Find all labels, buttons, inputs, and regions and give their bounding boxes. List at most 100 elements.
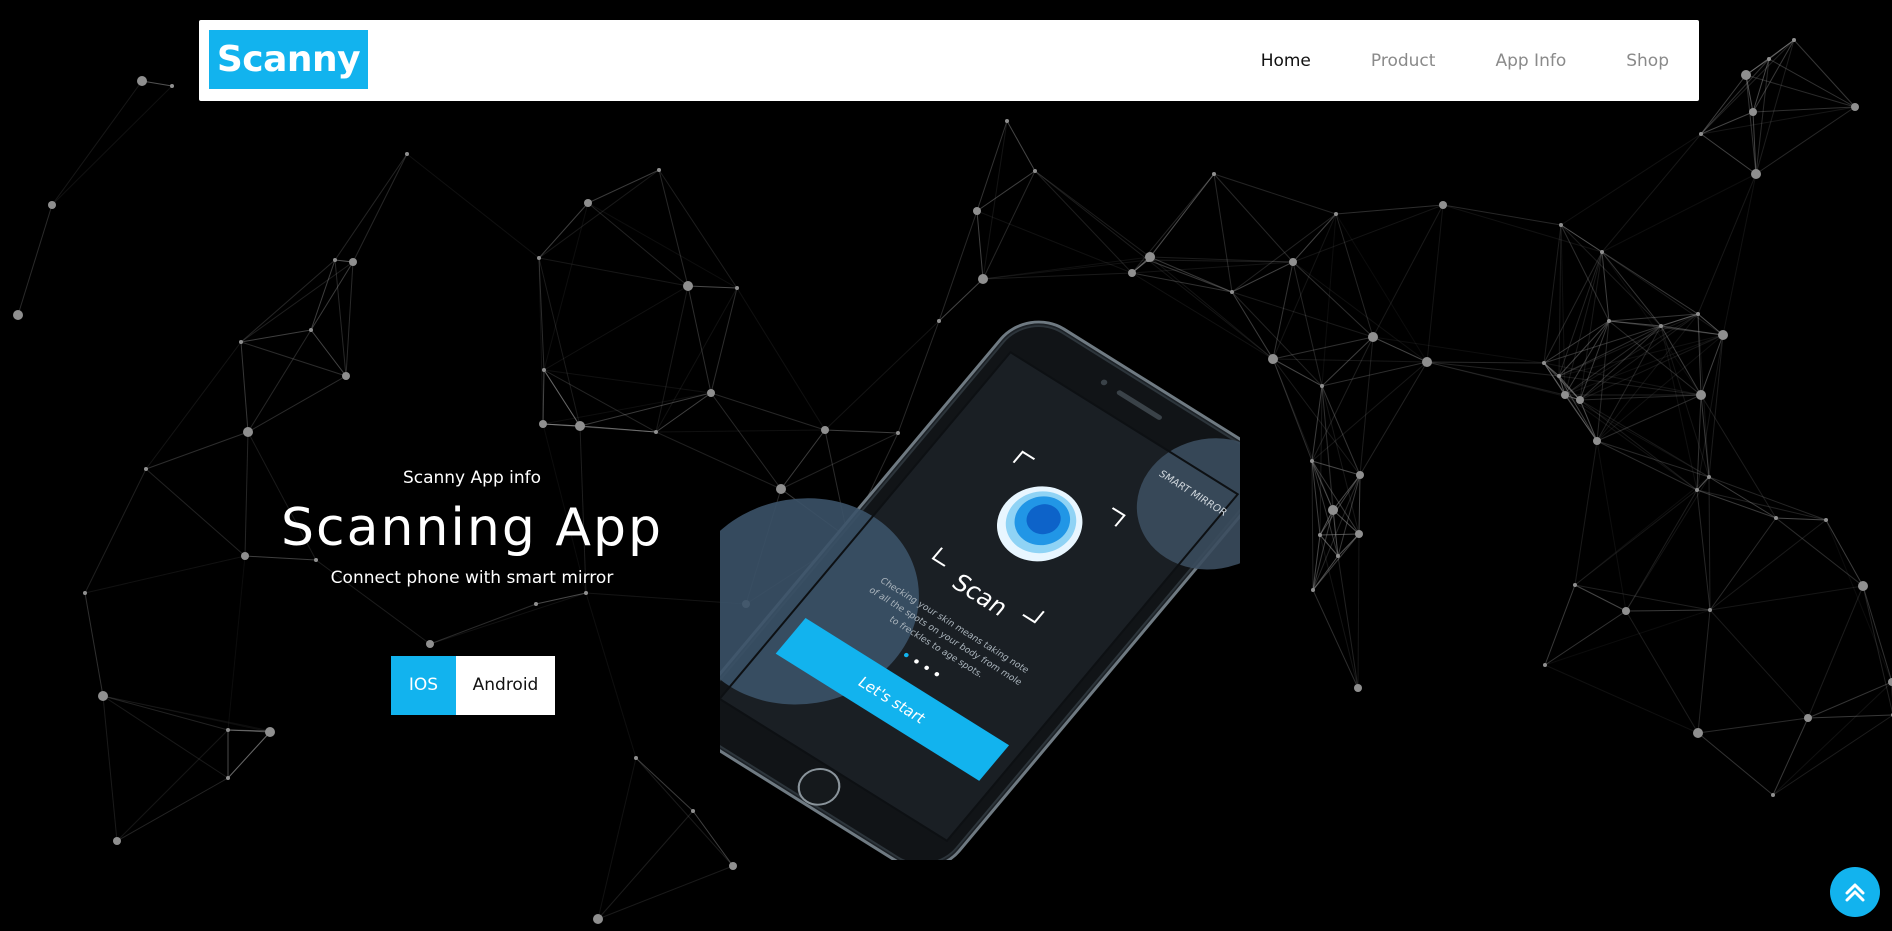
network-node bbox=[1695, 488, 1699, 492]
network-link bbox=[1332, 509, 1339, 557]
network-node bbox=[707, 389, 715, 397]
network-node bbox=[1439, 201, 1447, 209]
network-node bbox=[1696, 390, 1706, 400]
network-link bbox=[334, 259, 347, 377]
network-link bbox=[102, 695, 118, 842]
network-link bbox=[538, 257, 581, 427]
network-node bbox=[1336, 554, 1340, 558]
network-link bbox=[538, 169, 660, 259]
network-node bbox=[1212, 172, 1216, 176]
network-node bbox=[691, 809, 695, 813]
network-link bbox=[102, 695, 271, 733]
network-link bbox=[352, 153, 408, 263]
network-link bbox=[1625, 609, 1711, 612]
network-node bbox=[1230, 290, 1234, 294]
network-link bbox=[587, 202, 689, 287]
network-link bbox=[1596, 440, 1710, 478]
network-link bbox=[1319, 533, 1360, 536]
network-link bbox=[1357, 533, 1360, 689]
network-node bbox=[137, 76, 147, 86]
network-node bbox=[226, 776, 230, 780]
nav-item-shop[interactable]: Shop bbox=[1626, 51, 1669, 71]
main-nav: Home Product App Info Shop bbox=[1201, 20, 1669, 101]
network-link bbox=[938, 210, 978, 322]
network-node bbox=[683, 281, 693, 291]
network-link bbox=[1755, 39, 1795, 175]
network-link bbox=[1292, 213, 1337, 263]
network-link bbox=[1319, 385, 1323, 536]
network-node bbox=[1824, 518, 1828, 522]
network-node bbox=[1311, 588, 1315, 592]
network-link bbox=[1862, 585, 1892, 683]
network-link bbox=[116, 777, 229, 842]
network-node bbox=[539, 420, 547, 428]
network-link bbox=[345, 261, 354, 377]
network-node bbox=[1741, 70, 1751, 80]
network-link bbox=[1426, 361, 1560, 377]
network-link bbox=[1768, 39, 1795, 60]
network-link bbox=[543, 369, 581, 427]
network-node bbox=[973, 207, 981, 215]
network-link bbox=[240, 329, 312, 343]
network-link bbox=[1697, 717, 1809, 734]
network-link bbox=[976, 170, 1036, 212]
network-link bbox=[1697, 609, 1711, 734]
network-link bbox=[1608, 320, 1662, 327]
network-node bbox=[1607, 319, 1611, 323]
network-link bbox=[1335, 213, 1428, 363]
network-node bbox=[1792, 38, 1796, 42]
network-node bbox=[1573, 583, 1577, 587]
ios-button[interactable]: IOS bbox=[391, 656, 456, 715]
nav-item-home[interactable]: Home bbox=[1261, 51, 1311, 71]
network-node bbox=[1422, 357, 1432, 367]
network-link bbox=[1147, 173, 1215, 261]
network-link bbox=[1272, 336, 1374, 360]
network-link bbox=[1231, 213, 1337, 293]
network-link bbox=[1321, 336, 1374, 387]
network-node bbox=[1310, 459, 1314, 463]
network-link bbox=[655, 392, 712, 433]
network-node bbox=[654, 430, 658, 434]
nav-item-product[interactable]: Product bbox=[1371, 51, 1436, 71]
network-link bbox=[1149, 256, 1233, 293]
network-link bbox=[17, 204, 53, 316]
network-link bbox=[116, 729, 229, 842]
brand-logo[interactable]: Scanny bbox=[209, 30, 368, 89]
network-link bbox=[542, 369, 545, 425]
android-button[interactable]: Android bbox=[456, 656, 555, 715]
network-link bbox=[1372, 336, 1545, 364]
network-link bbox=[543, 285, 689, 371]
network-link bbox=[1272, 358, 1323, 387]
nav-item-app-info[interactable]: App Info bbox=[1495, 51, 1566, 71]
network-link bbox=[1825, 519, 1892, 683]
network-node bbox=[1561, 391, 1569, 399]
network-link bbox=[1034, 170, 1149, 261]
network-link bbox=[1337, 555, 1359, 689]
network-link bbox=[406, 153, 540, 259]
network-link bbox=[655, 285, 689, 433]
network-link bbox=[1574, 584, 1711, 611]
network-node bbox=[1718, 330, 1728, 340]
network-link bbox=[687, 285, 738, 289]
network-node bbox=[265, 727, 275, 737]
network-link bbox=[1312, 589, 1359, 689]
network-link bbox=[1574, 489, 1698, 586]
network-link bbox=[1544, 610, 1627, 666]
network-node bbox=[1355, 530, 1363, 538]
network-link bbox=[429, 592, 587, 645]
network-node bbox=[1576, 396, 1584, 404]
network-link bbox=[658, 169, 689, 287]
network-node bbox=[1005, 119, 1009, 123]
back-to-top-button[interactable] bbox=[1830, 867, 1880, 917]
network-link bbox=[1426, 361, 1566, 396]
network-link bbox=[1601, 173, 1757, 253]
network-node bbox=[1696, 312, 1700, 316]
network-link bbox=[1625, 476, 1710, 612]
network-link bbox=[587, 202, 738, 289]
network-node bbox=[1622, 607, 1630, 615]
network-link bbox=[1807, 714, 1892, 719]
network-link bbox=[429, 603, 537, 645]
network-node bbox=[226, 728, 230, 732]
network-link bbox=[587, 169, 660, 204]
network-link bbox=[51, 85, 173, 206]
